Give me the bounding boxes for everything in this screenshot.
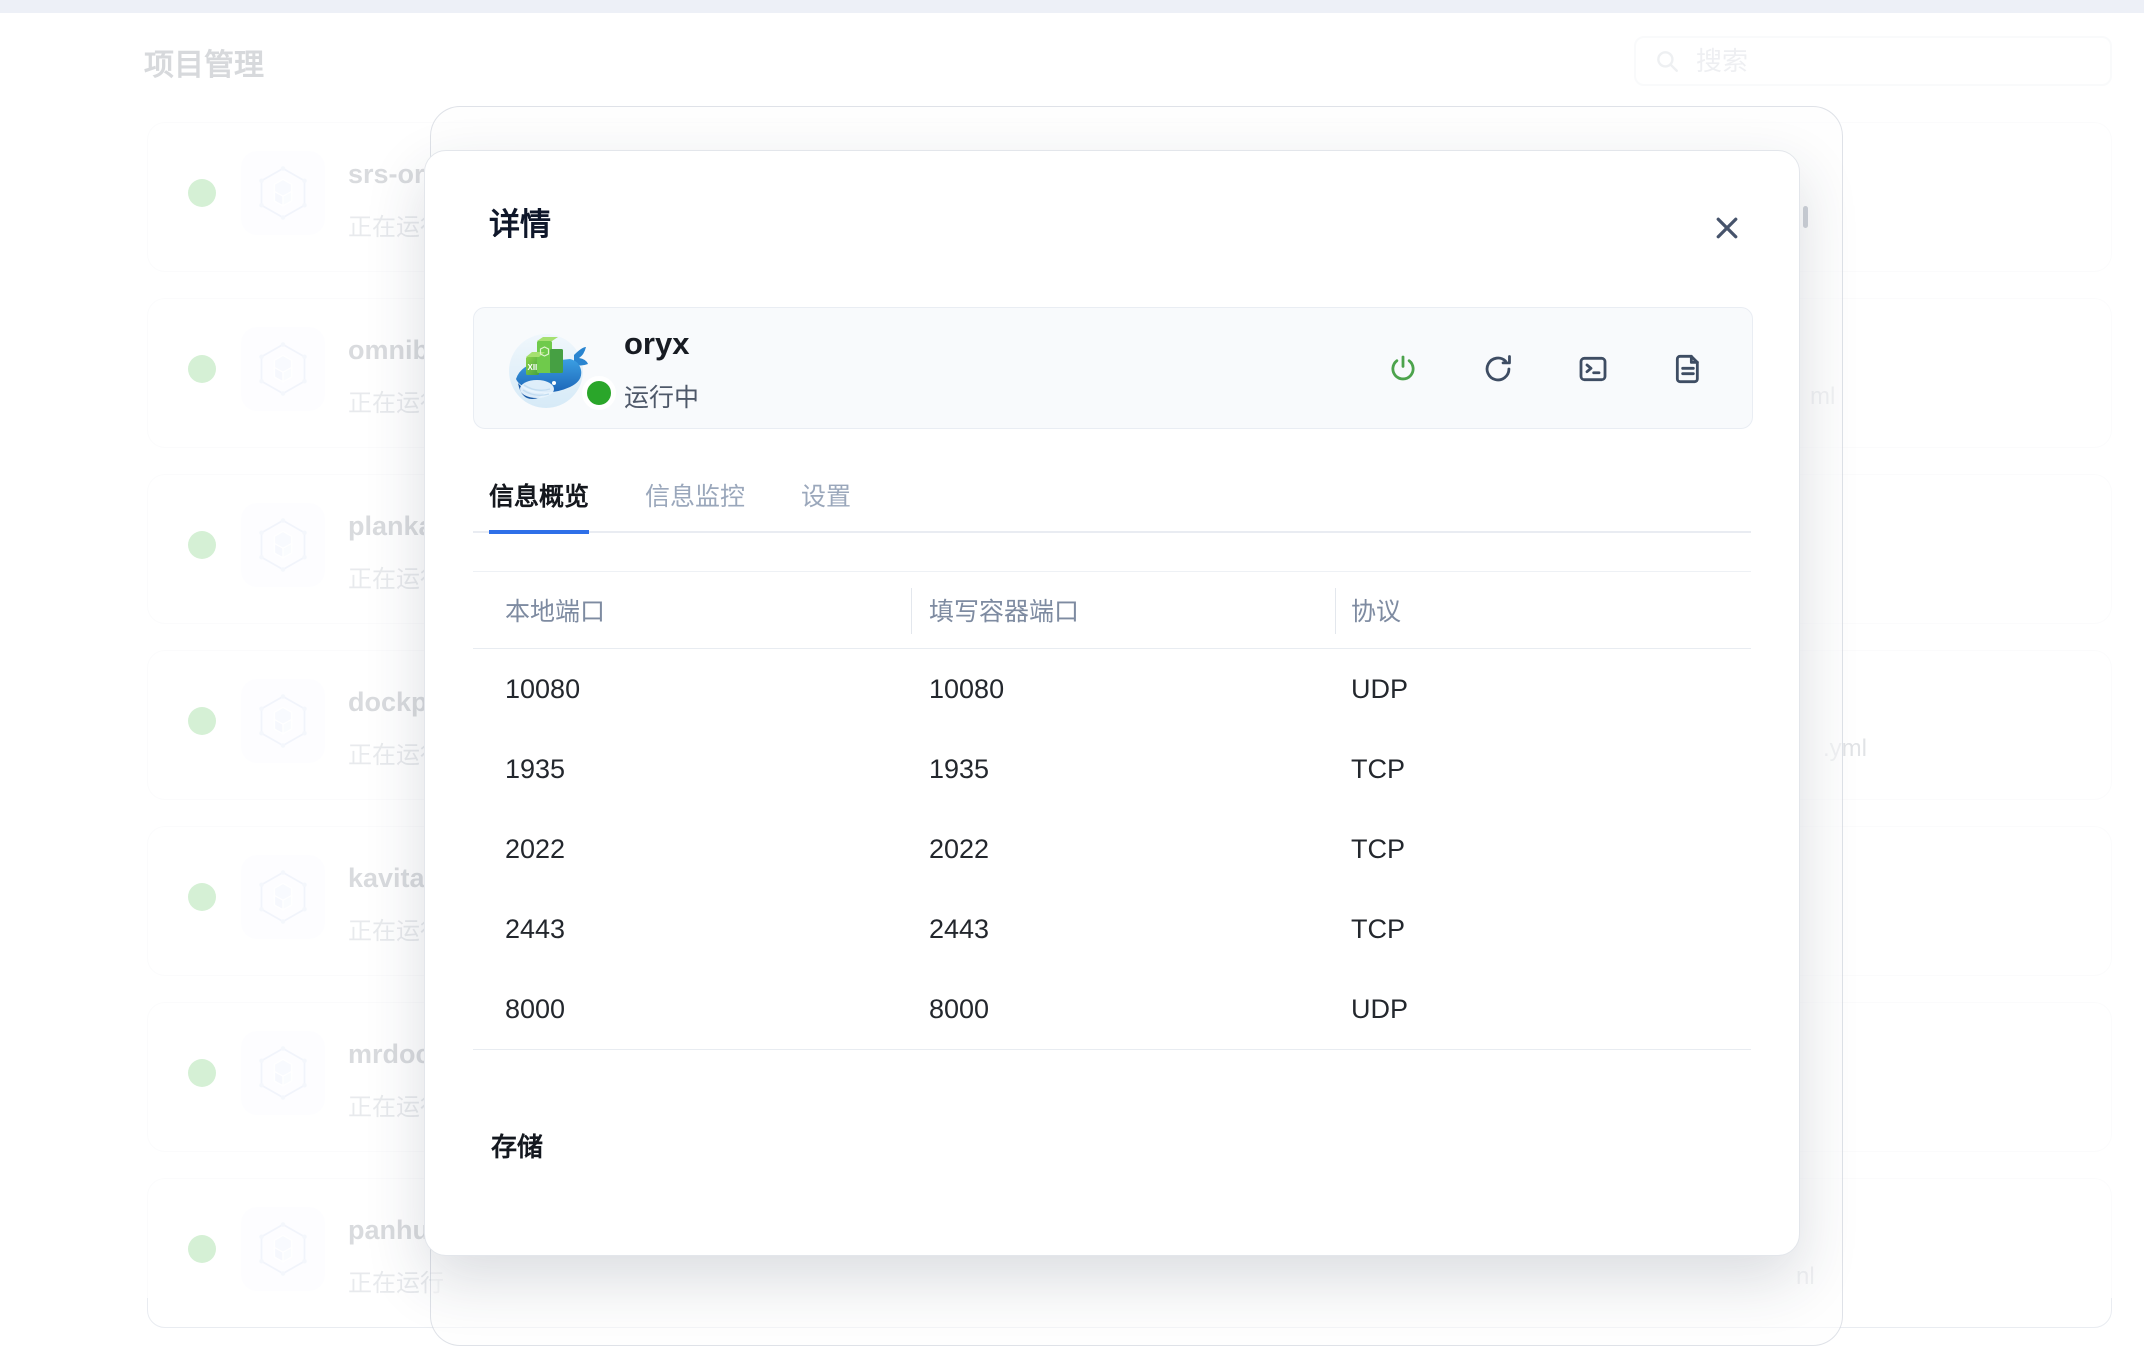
close-button[interactable] [1712, 213, 1742, 243]
storage-heading: 存储 [491, 1127, 543, 1164]
cell-container-port: 10080 [911, 649, 1335, 729]
restart-button[interactable] [1478, 349, 1518, 389]
cell-protocol: TCP [1335, 889, 1751, 969]
ports-table-body: 10080 10080 UDP 1935 1935 TCP 2022 2022 … [473, 649, 1751, 1050]
cell-protocol: TCP [1335, 809, 1751, 889]
table-row: 1935 1935 TCP [473, 729, 1751, 809]
oryx-app-icon: XII [504, 327, 588, 411]
file-text-icon [1672, 353, 1704, 385]
modal-title: 详情 [489, 199, 551, 244]
cell-container-port: 1935 [911, 729, 1335, 809]
svg-text:XII: XII [528, 363, 538, 372]
terminal-button[interactable] [1573, 349, 1613, 389]
cell-local-port: 2022 [473, 809, 911, 889]
cell-container-port: 2022 [911, 809, 1335, 889]
cell-protocol: TCP [1335, 729, 1751, 809]
table-row: 2443 2443 TCP [473, 889, 1751, 969]
cell-local-port: 10080 [473, 649, 911, 729]
app-status: 运行中 [624, 378, 699, 414]
scrollbar-thumb[interactable] [1803, 206, 1808, 228]
top-accent-bar [0, 0, 2144, 13]
power-button[interactable] [1383, 349, 1423, 389]
cell-container-port: 2443 [911, 889, 1335, 969]
cell-local-port: 8000 [473, 969, 911, 1049]
cell-protocol: UDP [1335, 969, 1751, 1049]
power-icon [1387, 353, 1419, 385]
header-container-port: 填写容器端口 [911, 572, 1335, 648]
cell-local-port: 2443 [473, 889, 911, 969]
modal-tabs: 信息概览 信息监控 设置 [473, 477, 1751, 533]
running-dot-icon [582, 376, 616, 410]
close-icon [1712, 213, 1742, 243]
table-row: 2022 2022 TCP [473, 809, 1751, 889]
tab-settings[interactable]: 设置 [801, 477, 851, 531]
tab-info-monitoring[interactable]: 信息监控 [645, 477, 745, 531]
app-name: oryx [624, 326, 689, 362]
cell-container-port: 8000 [911, 969, 1335, 1049]
refresh-icon [1482, 353, 1514, 385]
terminal-icon [1577, 353, 1609, 385]
cell-protocol: UDP [1335, 649, 1751, 729]
header-protocol: 协议 [1335, 572, 1751, 648]
logs-button[interactable] [1668, 349, 1708, 389]
ports-table-header: 本地端口 填写容器端口 协议 [473, 571, 1751, 649]
app-summary-card: XII oryx 运行中 [473, 307, 1753, 429]
header-local-port: 本地端口 [473, 572, 911, 648]
tab-info-overview[interactable]: 信息概览 [489, 477, 589, 534]
table-row: 10080 10080 UDP [473, 649, 1751, 729]
ports-table: 本地端口 填写容器端口 协议 10080 10080 UDP 1935 1935… [473, 571, 1751, 1050]
app-actions [1383, 349, 1708, 389]
cell-local-port: 1935 [473, 729, 911, 809]
table-row: 8000 8000 UDP [473, 969, 1751, 1049]
details-modal: 详情 [424, 150, 1800, 1256]
